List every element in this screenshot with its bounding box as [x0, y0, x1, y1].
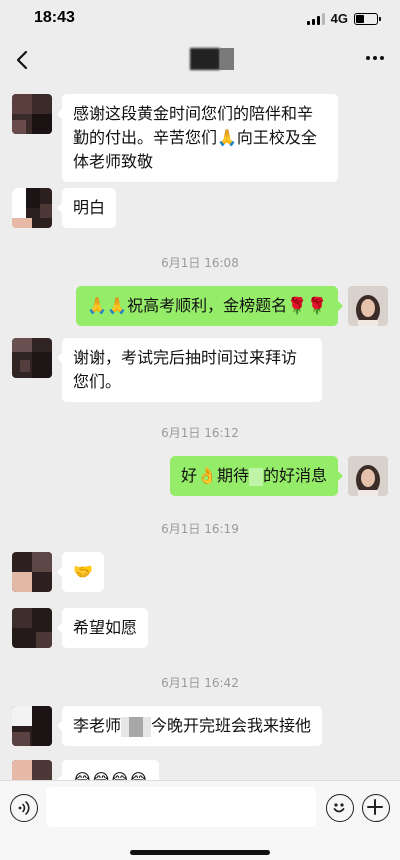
- message-bubble[interactable]: 好👌期待 的好消息: [170, 456, 343, 496]
- signal-icon: [306, 12, 325, 25]
- message-bubble[interactable]: 明白: [56, 188, 117, 228]
- redaction-block: [121, 716, 152, 737]
- message-bubble[interactable]: 🙏🙏祝高考顺利，金榜题名🌹🌹: [76, 286, 343, 326]
- battery-level: [356, 14, 364, 23]
- battery-icon: [354, 12, 381, 25]
- contact-avatar[interactable]: [12, 760, 52, 780]
- my-avatar[interactable]: [348, 286, 388, 326]
- chevron-left-icon[interactable]: [10, 48, 34, 72]
- chat-message-list[interactable]: 感谢这段黄金时间您们的陪伴和辛勤的付出。辛苦您们🙏向王校及全体老师致敬 明白 6…: [0, 84, 400, 780]
- contact-avatar[interactable]: [12, 188, 52, 228]
- timestamp: 6月1日 16:42: [161, 676, 239, 690]
- contact-avatar[interactable]: [12, 94, 52, 134]
- message-input[interactable]: [46, 787, 316, 827]
- timestamp: 6月1日 16:12: [161, 426, 239, 440]
- message-bubble[interactable]: 谢谢，考试完后抽时间过来拜访您们。: [57, 338, 322, 402]
- contact-avatar[interactable]: [12, 608, 52, 648]
- status-bar: 18:43 4G: [0, 0, 400, 36]
- message-text: 好👌期待: [181, 466, 249, 485]
- contact-avatar[interactable]: [12, 338, 52, 378]
- message-text: 李老师: [73, 716, 122, 735]
- redaction-block: [248, 467, 263, 486]
- chat-title-redacted: [150, 48, 250, 72]
- more-dots-icon[interactable]: [366, 56, 384, 60]
- network-label: 4G: [330, 11, 348, 26]
- contact-avatar[interactable]: [12, 552, 52, 592]
- message-bubble[interactable]: 感谢这段黄金时间您们的陪伴和辛勤的付出。辛苦您们🙏向王校及全体老师致敬: [57, 94, 338, 182]
- input-bar: [0, 780, 400, 860]
- contact-avatar[interactable]: [12, 706, 52, 746]
- status-time: 18:43: [34, 9, 75, 26]
- voice-icon[interactable]: [10, 794, 38, 822]
- home-indicator: [130, 850, 270, 855]
- message-bubble[interactable]: 李老师 今晚开完班会我来接他: [56, 706, 323, 746]
- message-text: 的好消息: [262, 466, 327, 485]
- nav-bar: [0, 36, 400, 84]
- message-bubble[interactable]: 🤝: [57, 552, 104, 592]
- my-avatar[interactable]: [348, 456, 388, 496]
- emoji-icon[interactable]: [326, 794, 354, 822]
- message-bubble[interactable]: 希望如愿: [56, 608, 149, 648]
- plus-icon[interactable]: [362, 794, 390, 822]
- timestamp: 6月1日 16:08: [161, 256, 239, 270]
- redaction-block: [190, 48, 220, 70]
- timestamp: 6月1日 16:19: [161, 522, 239, 536]
- message-bubble[interactable]: 😂😂😂😂: [57, 760, 159, 780]
- status-indicators: 4G: [306, 11, 381, 26]
- redaction-block: [220, 48, 234, 70]
- message-text: 今晚开完班会我来接他: [151, 716, 312, 735]
